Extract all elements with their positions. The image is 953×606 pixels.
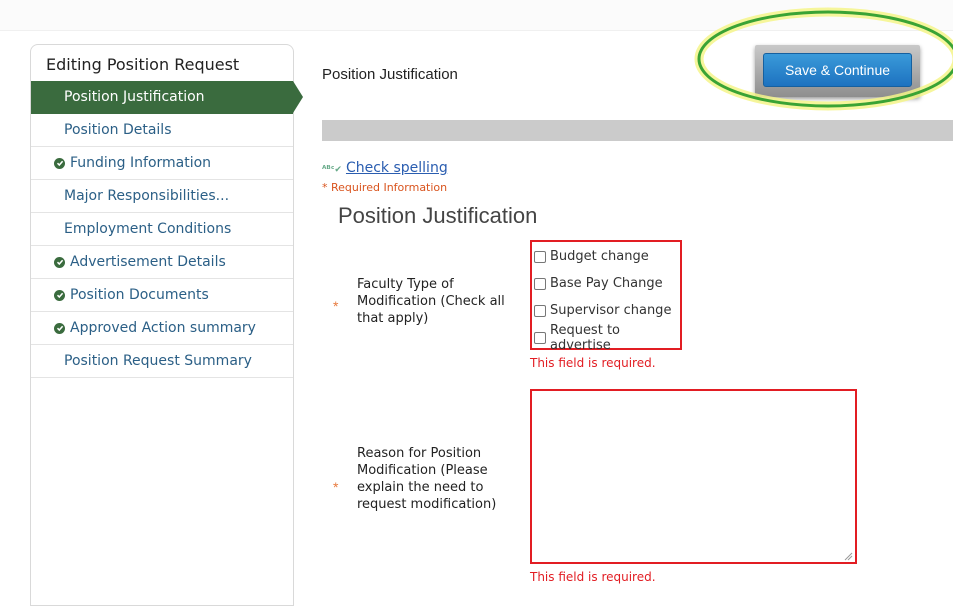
sidebar-item-label: Position Justification — [64, 89, 205, 105]
required-star: * — [333, 298, 339, 314]
required-star: * — [333, 479, 339, 495]
browser-top-strip — [0, 0, 953, 31]
sidebar-item-label: Position Request Summary — [64, 353, 252, 369]
required-info-note: * Required Information — [322, 181, 448, 194]
section-title: Position Justification — [338, 203, 538, 228]
resize-grip-icon[interactable] — [843, 551, 853, 561]
field-label-line: Reason for Position — [357, 446, 482, 461]
save-button-frame: Save & Continue — [755, 45, 920, 97]
checkbox[interactable] — [534, 331, 546, 344]
checkbox-row-budget-change[interactable]: Budget change — [532, 243, 680, 270]
sidebar-title: Editing Position Request — [46, 55, 240, 74]
field-label-line: Faculty Type of — [357, 277, 454, 292]
field-label-line: Modification (Check all — [357, 294, 505, 309]
checkbox-label: Budget change — [550, 249, 649, 264]
spell-check[interactable]: ᴬᴮᶜ✔ Check spelling — [322, 160, 448, 176]
checkbox[interactable] — [534, 250, 546, 263]
sidebar-item-position-justification[interactable]: Position Justification — [31, 81, 303, 114]
sidebar-item-label: Advertisement Details — [70, 254, 226, 270]
sidebar-item-label: Position Documents — [70, 287, 209, 303]
checkbox[interactable] — [534, 304, 546, 317]
sidebar-item-position-details[interactable]: Position Details — [31, 114, 293, 147]
field-label-reason: Reason for Position Modification (Please… — [357, 445, 496, 513]
checkbox-label: Supervisor change — [550, 303, 672, 318]
sidebar-item-major-responsibilities[interactable]: Major Responsibilities... — [31, 180, 293, 213]
checkbox-label: Base Pay Change — [550, 276, 663, 291]
checkbox-label: Request to advertise — [550, 322, 620, 353]
sidebar-item-advertisement-details[interactable]: Advertisement Details — [31, 246, 293, 279]
field-label-line: Modification (Please — [357, 463, 488, 478]
sidebar-item-label: Position Details — [64, 122, 172, 138]
sidebar-item-position-request-summary[interactable]: Position Request Summary — [31, 345, 293, 378]
check-spelling-link[interactable]: Check spelling — [346, 160, 448, 176]
checkbox-row-request-to-advertise[interactable]: Request to advertise — [532, 322, 680, 353]
save-continue-button[interactable]: Save & Continue — [763, 53, 912, 87]
checkbox-row-supervisor-change[interactable]: Supervisor change — [532, 297, 680, 324]
check-circle-icon — [54, 256, 65, 268]
sidebar-nav: Position Justification Position Details Fu… — [31, 81, 303, 378]
modification-checkbox-group: Budget change Base Pay Change Supervisor… — [530, 240, 682, 353]
reason-textarea[interactable] — [530, 389, 857, 564]
page-title: Position Justification — [322, 66, 458, 83]
check-circle-icon — [54, 322, 65, 334]
check-circle-icon — [54, 289, 65, 301]
sidebar-item-funding-information[interactable]: Funding Information — [31, 147, 293, 180]
sidebar-item-employment-conditions[interactable]: Employment Conditions — [31, 213, 293, 246]
sidebar-item-label: Funding Information — [70, 155, 212, 171]
spellcheck-icon: ᴬᴮᶜ✔ — [322, 165, 342, 175]
field-label-line: explain the need to — [357, 480, 484, 495]
sidebar-item-label: Employment Conditions — [64, 221, 232, 237]
field-label-line: request modification) — [357, 497, 497, 512]
sidebar-item-approved-action-summary[interactable]: Approved Action summary — [31, 312, 293, 345]
section-divider-bar — [322, 120, 953, 141]
sidebar: Editing Position Request Position Justif… — [30, 44, 303, 606]
checkbox-row-base-pay-change[interactable]: Base Pay Change — [532, 270, 680, 297]
sidebar-item-label: Major Responsibilities... — [64, 188, 230, 204]
check-circle-icon — [54, 157, 65, 169]
sidebar-item-position-documents[interactable]: Position Documents — [31, 279, 293, 312]
sidebar-item-label: Approved Action summary — [70, 320, 256, 336]
field-error-message: This field is required. — [530, 570, 656, 584]
field-error-message: This field is required. — [530, 356, 656, 370]
field-label-line: that apply) — [357, 311, 429, 326]
field-label-faculty-type: Faculty Type of Modification (Check all … — [357, 276, 505, 327]
checkbox[interactable] — [534, 277, 546, 290]
